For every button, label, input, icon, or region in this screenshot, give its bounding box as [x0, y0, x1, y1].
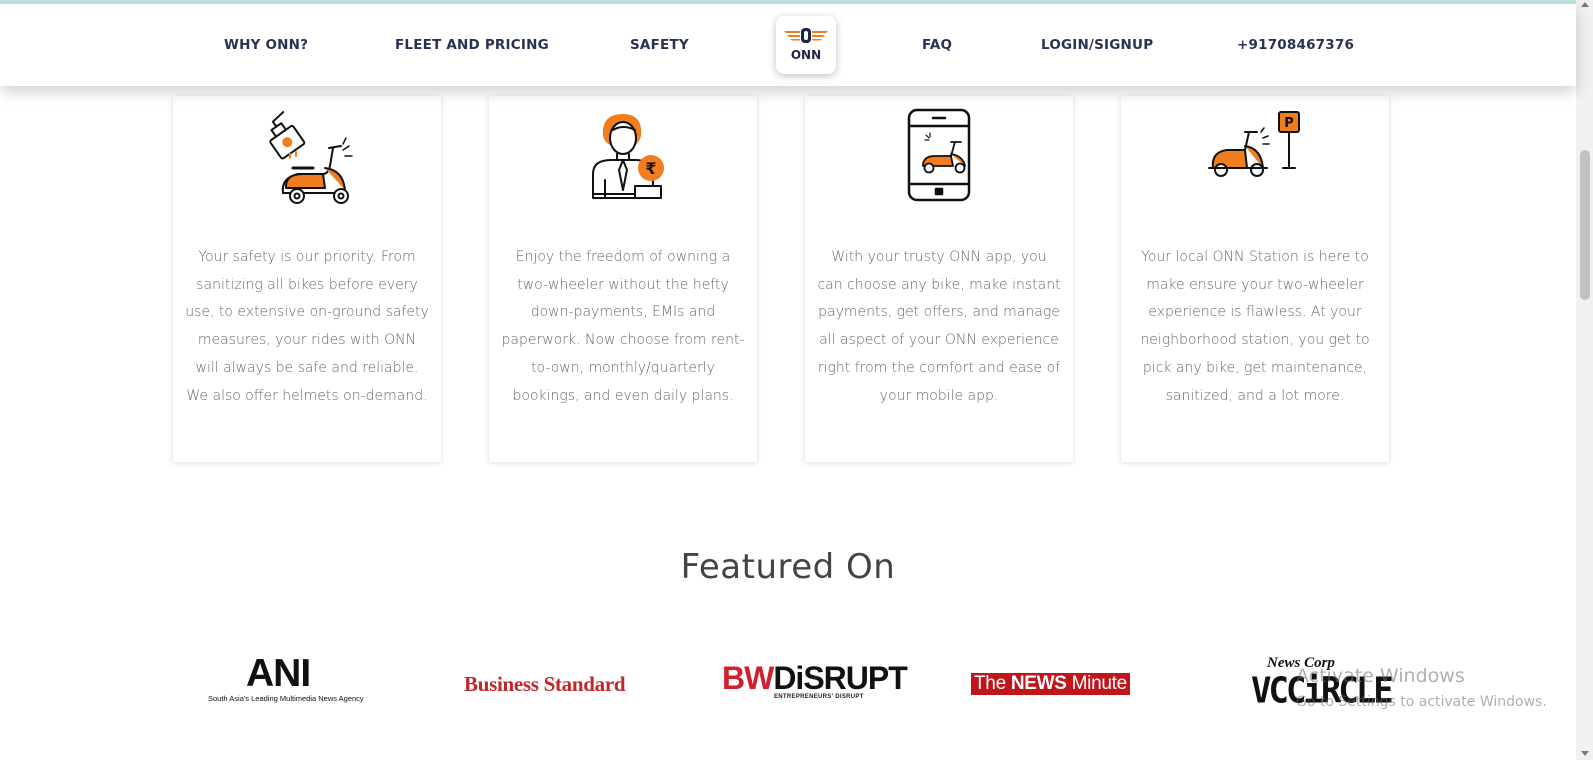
business-standard-logo[interactable]: Business Standard — [464, 672, 626, 697]
ani-logo[interactable]: ANI South Asia's Leading Multimedia News… — [208, 652, 364, 704]
top-navbar: WHY ONN? FLEET AND PRICING SAFETY ONN FA… — [0, 4, 1576, 86]
parking-station-scooter-icon: P — [1208, 111, 1300, 177]
tnm-news: NEWS — [1010, 673, 1067, 694]
featured-on-heading: Featured On — [680, 547, 896, 587]
feature-card-safety: Your safety is our priority. From saniti… — [173, 96, 441, 462]
owner-rupee-icon: ₹ — [592, 114, 664, 199]
disrupt-text: DiSRUPT — [773, 660, 907, 696]
feature-card-ownership: ₹ Enjoy the freedom of owning a two-whee… — [489, 96, 757, 462]
feature-card-text: Your local ONN Station is here to make e… — [1140, 249, 1370, 404]
mobile-app-scooter-icon — [907, 108, 971, 202]
the-news-minute-logo[interactable]: The NEWS Minute — [971, 673, 1130, 695]
feature-card-station: P Your local ONN Station is here to make… — [1121, 96, 1389, 462]
bw-text: BW — [722, 660, 774, 696]
feature-card-text: With your trusty ONN app, you can choose… — [817, 249, 1061, 404]
nav-login-signup[interactable]: LOGIN/SIGNUP — [1041, 37, 1153, 53]
ani-logo-text: ANI — [246, 652, 311, 695]
feature-card-text: Your safety is our priority. From saniti… — [185, 249, 429, 404]
nav-why-onn[interactable]: WHY ONN? — [224, 37, 308, 53]
feature-card-text: Enjoy the freedom of owning a two-wheele… — [501, 249, 745, 404]
winged-wheel-icon — [784, 28, 828, 43]
bw-disrupt-tagline: ENTREPRENEURS' DISRUPT — [774, 694, 864, 700]
svg-text:P: P — [1284, 116, 1294, 131]
nav-fleet-and-pricing[interactable]: FLEET AND PRICING — [395, 37, 549, 53]
sanitizer-scooter-icon — [269, 111, 353, 204]
scroll-down-icon[interactable] — [1581, 751, 1589, 756]
onn-logo[interactable]: ONN — [776, 16, 836, 74]
feature-card-app: With your trusty ONN app, you can choose… — [805, 96, 1073, 462]
tnm-the: The — [974, 673, 1011, 694]
page-scrollbar[interactable] — [1576, 0, 1593, 760]
nav-phone-number[interactable]: +91708467376 — [1237, 37, 1354, 53]
tnm-minute: Minute — [1066, 673, 1128, 694]
nav-faq[interactable]: FAQ — [922, 37, 952, 53]
logo-label: ONN — [790, 48, 822, 62]
svg-text:₹: ₹ — [645, 159, 656, 178]
bw-disrupt-wordmark: BWDiSRUPT — [722, 660, 908, 697]
scroll-thumb[interactable] — [1580, 150, 1590, 300]
nav-safety[interactable]: SAFETY — [630, 37, 689, 53]
scroll-up-icon[interactable] — [1581, 2, 1589, 7]
ani-logo-tagline: South Asia's Leading Multimedia News Age… — [208, 694, 364, 703]
activate-windows-subtitle: Go to Settings to activate Windows. — [1296, 694, 1547, 710]
activate-windows-title: Activate Windows — [1296, 665, 1465, 687]
bw-disrupt-logo[interactable]: BWDiSRUPT ENTREPRENEURS' DISRUPT — [722, 660, 908, 702]
